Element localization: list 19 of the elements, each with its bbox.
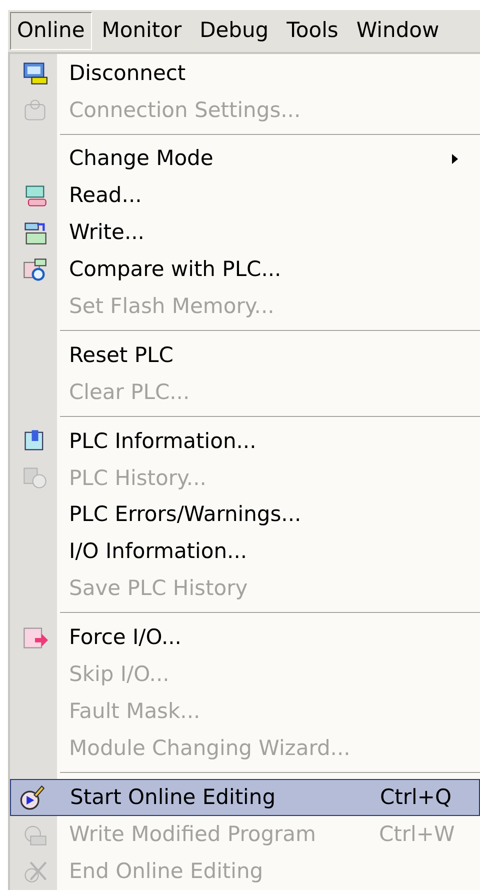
menu-item[interactable]: Change Mode (57, 140, 480, 178)
menu-bar-item[interactable]: Tools (278, 12, 346, 50)
menu-bar-item[interactable]: Online (10, 12, 92, 50)
menu-item[interactable]: Compare with PLC... (57, 251, 480, 288)
menu-bar-item[interactable]: Monitor (94, 12, 190, 50)
menu-bar-item[interactable]: Window (348, 12, 448, 50)
menu-item[interactable]: Write... (57, 214, 480, 252)
menu-item[interactable]: Disconnect (57, 55, 480, 92)
menu-item[interactable]: PLC Information... (57, 423, 480, 460)
menu-item[interactable]: Read... (57, 178, 480, 215)
menu-item[interactable]: Start Online Editing Ctrl+Q (10, 779, 480, 816)
menu-item[interactable]: PLC Errors/Warnings... (57, 496, 480, 534)
shortcut-label: Ctrl+Q (380, 784, 452, 811)
menu-bar-item[interactable]: Debug (192, 12, 277, 50)
menu-item[interactable]: Reset PLC (57, 337, 480, 374)
submenu-arrow-icon (452, 154, 458, 164)
menu-item[interactable]: I/O Information... (57, 534, 480, 571)
shortcut-label: Ctrl+W (379, 820, 455, 848)
menu-item[interactable]: Force I/O... (57, 619, 480, 656)
